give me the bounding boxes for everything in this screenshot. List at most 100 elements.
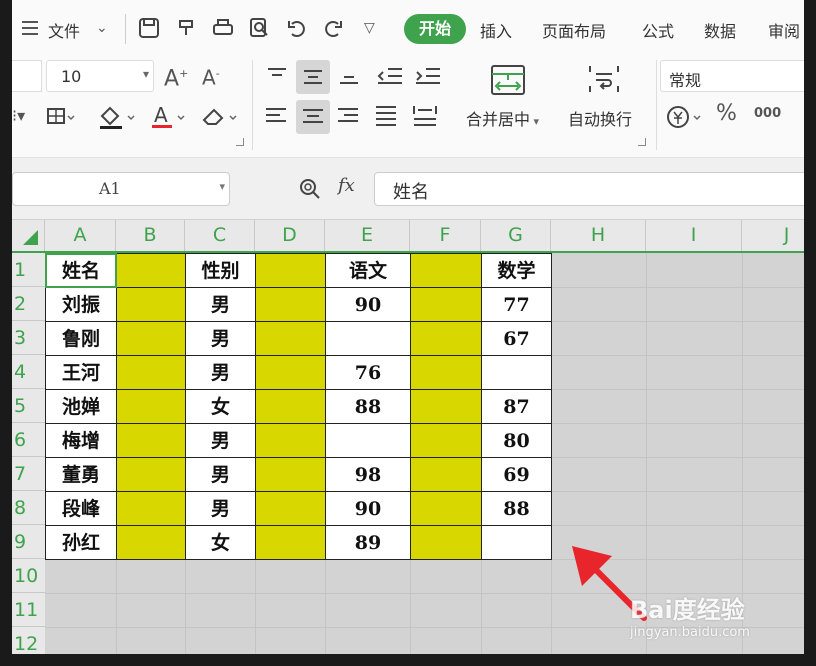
cell-a1[interactable]: 姓名	[45, 253, 117, 288]
cell-d9[interactable]	[255, 525, 326, 560]
cell-e4[interactable]: 76	[325, 355, 411, 390]
cell-d1[interactable]	[255, 253, 326, 288]
merge-center-icon[interactable]	[490, 64, 526, 96]
column-header-g[interactable]: G	[481, 220, 551, 251]
fill-color-icon[interactable]	[98, 104, 138, 130]
row-header-2[interactable]: 2	[12, 287, 45, 321]
font-color-icon[interactable]: A	[150, 103, 190, 130]
cell-f8[interactable]	[410, 491, 482, 526]
cell-e6[interactable]	[325, 423, 411, 458]
save-icon[interactable]	[138, 17, 160, 39]
tab-data[interactable]: 数据	[704, 18, 736, 42]
cell-g6[interactable]: 80	[481, 423, 552, 458]
number-format-select[interactable]: 常规	[660, 60, 804, 92]
merge-center-button[interactable]: 合并居中 ▾	[466, 106, 552, 130]
row-header-6[interactable]: 6	[12, 423, 45, 457]
cell-c9[interactable]: 女	[185, 525, 256, 560]
cell-a8[interactable]: 段峰	[45, 491, 117, 526]
cell-b6[interactable]	[116, 423, 186, 458]
cell-d4[interactable]	[255, 355, 326, 390]
thousands-icon[interactable]: 000	[754, 104, 781, 124]
increase-font-icon[interactable]: A+	[164, 64, 188, 90]
cell-e1[interactable]: 语文	[325, 253, 411, 288]
cell-e3[interactable]	[325, 321, 411, 356]
row-header-12[interactable]: 12	[12, 627, 45, 661]
row-header-5[interactable]: 5	[12, 389, 45, 423]
column-header-j[interactable]: J	[742, 220, 804, 251]
cell-a9[interactable]: 孙红	[45, 525, 117, 560]
column-header-b[interactable]: B	[116, 220, 185, 251]
cell-a4[interactable]: 王河	[45, 355, 117, 390]
row-header-11[interactable]: 11	[12, 593, 45, 627]
menu-icon[interactable]	[20, 18, 40, 38]
cell-b9[interactable]	[116, 525, 186, 560]
font-group-launcher-icon[interactable]	[236, 138, 244, 146]
cell-g3[interactable]: 67	[481, 321, 552, 356]
cell-e9[interactable]: 89	[325, 525, 411, 560]
cell-b4[interactable]	[116, 355, 186, 390]
column-header-c[interactable]: C	[185, 220, 255, 251]
cell-c3[interactable]: 男	[185, 321, 256, 356]
cell-f7[interactable]	[410, 457, 482, 492]
clear-format-icon[interactable]	[200, 104, 242, 130]
column-header-i[interactable]: I	[646, 220, 742, 251]
cell-d6[interactable]	[255, 423, 326, 458]
file-menu-chevron-icon[interactable]: ⌄	[96, 18, 108, 38]
currency-icon[interactable]	[666, 104, 706, 130]
cell-c7[interactable]: 男	[185, 457, 256, 492]
cell-a6[interactable]: 梅增	[45, 423, 117, 458]
cell-d8[interactable]	[255, 491, 326, 526]
cell-c4[interactable]: 男	[185, 355, 256, 390]
align-middle-icon[interactable]	[296, 60, 330, 94]
quick-access-dropdown-icon[interactable]: ▽	[364, 18, 375, 38]
cell-g1[interactable]: 数学	[481, 253, 552, 288]
column-header-d[interactable]: D	[255, 220, 325, 251]
print-icon[interactable]	[212, 17, 234, 39]
row-header-9[interactable]: 9	[12, 525, 45, 559]
cell-a3[interactable]: 鲁刚	[45, 321, 117, 356]
format-painter-icon[interactable]	[176, 17, 198, 39]
cell-f4[interactable]	[410, 355, 482, 390]
cell-style-icon[interactable]	[46, 106, 76, 128]
tab-home[interactable]: 开始	[404, 14, 466, 44]
tab-formulas[interactable]: 公式	[642, 18, 674, 42]
cell-a7[interactable]: 董勇	[45, 457, 117, 492]
tab-insert[interactable]: 插入	[480, 18, 512, 42]
column-header-e[interactable]: E	[325, 220, 410, 251]
cell-b8[interactable]	[116, 491, 186, 526]
percent-icon[interactable]: %	[716, 103, 737, 125]
cell-d3[interactable]	[255, 321, 326, 356]
zoom-formula-icon[interactable]	[298, 177, 322, 201]
select-all-corner[interactable]	[12, 220, 45, 251]
border-icon[interactable]: ⁝▾	[12, 106, 25, 126]
cell-b7[interactable]	[116, 457, 186, 492]
align-bottom-icon[interactable]	[334, 62, 364, 90]
cell-g4[interactable]	[481, 355, 552, 390]
font-name-select[interactable]	[12, 60, 42, 92]
redo-icon[interactable]	[322, 18, 344, 40]
column-header-f[interactable]: F	[410, 220, 481, 251]
cell-f2[interactable]	[410, 287, 482, 322]
cell-e8[interactable]: 90	[325, 491, 411, 526]
cell-b3[interactable]	[116, 321, 186, 356]
cell-c8[interactable]: 男	[185, 491, 256, 526]
row-header-3[interactable]: 3	[12, 321, 45, 355]
align-top-icon[interactable]	[262, 62, 292, 90]
tab-page-layout[interactable]: 页面布局	[542, 18, 606, 42]
file-menu[interactable]: 文件	[48, 18, 80, 42]
fx-icon[interactable]: fx	[338, 175, 355, 196]
align-center-icon[interactable]	[296, 100, 330, 134]
wrap-text-button[interactable]: 自动换行	[568, 106, 644, 130]
decrease-font-icon[interactable]: A-	[202, 64, 220, 88]
cell-g5[interactable]: 87	[481, 389, 552, 424]
alignment-group-launcher-icon[interactable]	[638, 138, 646, 146]
align-right-icon[interactable]	[334, 102, 364, 130]
cell-d7[interactable]	[255, 457, 326, 492]
cell-b1[interactable]	[116, 253, 186, 288]
increase-indent-icon[interactable]	[412, 62, 444, 90]
formula-input[interactable]: 姓名	[374, 172, 814, 206]
cell-e7[interactable]: 98	[325, 457, 411, 492]
cell-c2[interactable]: 男	[185, 287, 256, 322]
cell-e2[interactable]: 90	[325, 287, 411, 322]
cell-g9[interactable]	[481, 525, 552, 560]
